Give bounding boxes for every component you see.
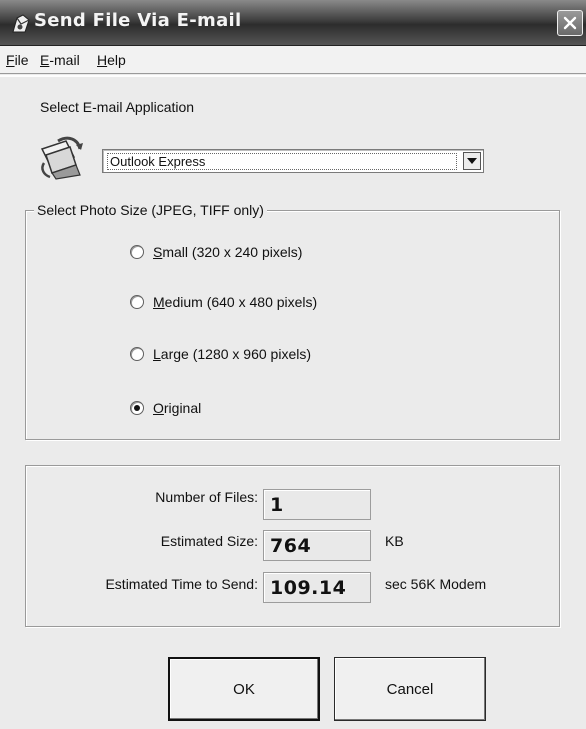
menu-file-rest: ile	[14, 52, 29, 68]
title-bar[interactable]: Send File Via E-mail	[0, 0, 586, 46]
est-size-label: Estimated Size:	[160, 533, 258, 549]
close-button[interactable]	[557, 10, 583, 36]
radio-small-label: Small (320 x 240 pixels)	[153, 244, 302, 260]
dropdown-button[interactable]	[463, 152, 481, 170]
email-app-select[interactable]: Outlook Express	[102, 149, 484, 173]
menu-file-accel: F	[6, 52, 15, 68]
radio-large-circle[interactable]	[130, 347, 144, 361]
menu-help[interactable]: Help	[97, 52, 126, 68]
est-time-unit: sec 56K Modem	[385, 576, 487, 592]
radio-medium[interactable]: Medium (640 x 480 pixels)	[130, 292, 317, 312]
divider	[0, 75, 586, 77]
close-icon	[563, 16, 577, 30]
est-size-unit: KB	[385, 533, 404, 549]
menu-email-rest: -mail	[49, 52, 80, 68]
window-title: Send File Via E-mail	[34, 10, 242, 31]
menu-bar: File E-mail Help	[0, 46, 586, 74]
photo-size-legend: Select Photo Size (JPEG, TIFF only)	[34, 202, 267, 218]
num-files-value: 1	[263, 489, 371, 520]
radio-medium-rest: edium (640 x 480 pixels)	[164, 294, 318, 310]
radio-small-rest: mall (320 x 240 pixels)	[162, 244, 303, 260]
email-app-selected: Outlook Express	[107, 153, 457, 170]
radio-large-rest: arge (1280 x 960 pixels)	[160, 346, 311, 362]
menu-file[interactable]: File	[6, 52, 29, 68]
est-time-value: 109.14	[263, 572, 371, 603]
est-size-value: 764	[263, 530, 371, 561]
radio-selected-dot	[134, 405, 140, 411]
radio-small[interactable]: Small (320 x 240 pixels)	[130, 242, 302, 262]
email-app-icon	[40, 136, 83, 180]
radio-large-accel: L	[153, 346, 161, 362]
radio-original-accel: O	[153, 400, 164, 416]
radio-large[interactable]: Large (1280 x 960 pixels)	[130, 344, 311, 364]
radio-original-label: Original	[153, 400, 201, 416]
radio-original-rest: riginal	[163, 400, 202, 416]
radio-small-circle[interactable]	[130, 245, 144, 259]
radio-original[interactable]: Original	[130, 398, 201, 418]
num-files-label: Number of Files:	[155, 489, 258, 505]
chevron-down-icon	[467, 158, 477, 164]
est-time-label: Estimated Time to Send:	[105, 576, 258, 592]
menu-email-accel: E	[40, 52, 50, 68]
send-file-dialog: Send File Via E-mail File E-mail Help Se…	[0, 0, 586, 729]
radio-large-label: Large (1280 x 960 pixels)	[153, 346, 311, 362]
radio-small-accel: S	[153, 244, 163, 260]
app-icon	[12, 14, 30, 33]
radio-original-circle[interactable]	[130, 401, 144, 415]
radio-medium-label: Medium (640 x 480 pixels)	[153, 294, 317, 310]
email-app-label: Select E-mail Application	[40, 99, 195, 115]
radio-medium-circle[interactable]	[130, 295, 144, 309]
menu-email[interactable]: E-mail	[40, 52, 80, 68]
radio-medium-accel: M	[153, 294, 165, 310]
menu-help-rest: elp	[107, 52, 126, 68]
ok-button[interactable]: OK	[168, 657, 320, 721]
menu-help-accel: H	[97, 52, 108, 68]
cancel-button[interactable]: Cancel	[334, 657, 486, 721]
